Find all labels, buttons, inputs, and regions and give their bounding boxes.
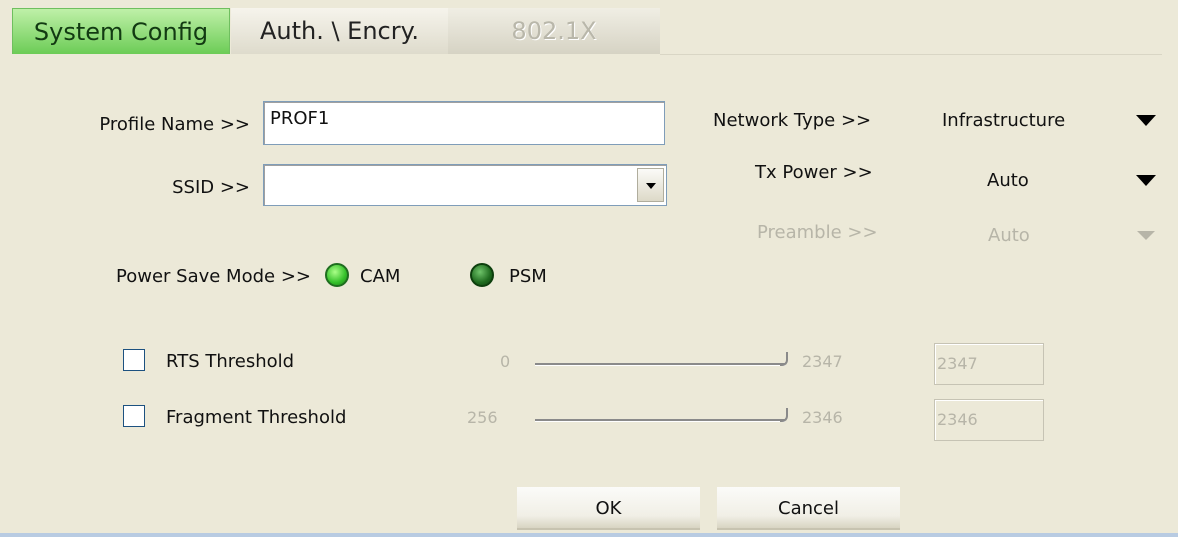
rts-threshold-label[interactable]: RTS Threshold [166,351,294,372]
window-bottom-border [0,533,1178,537]
cam-radio[interactable] [325,263,349,287]
profile-name-input[interactable]: PROF1 [263,101,665,145]
tx-power-dropdown-icon[interactable] [1136,175,1156,186]
network-type-value[interactable]: Infrastructure [942,110,1065,131]
tx-power-value[interactable]: Auto [987,170,1029,191]
rts-threshold-checkbox[interactable] [123,349,145,371]
ssid-label: SSID >> [172,177,250,198]
power-save-mode-label: Power Save Mode >> [116,266,311,287]
fragment-min-label: 256 [467,408,498,427]
ssid-combobox[interactable] [263,164,667,206]
tab-bar-filler [660,8,1162,55]
psm-radio[interactable] [470,263,494,287]
fragment-slider-thumb [780,408,788,422]
tx-power-label: Tx Power >> [755,162,873,183]
ok-button[interactable]: OK [517,487,700,530]
fragment-threshold-label[interactable]: Fragment Threshold [166,407,346,428]
tab-bar: System Config Auth. \ Encry. 802.1X [12,8,1162,55]
rts-min-label: 0 [500,352,511,371]
rts-value-box: 2347 [934,343,1044,385]
network-type-label: Network Type >> [713,110,872,131]
dialog-frame: System Config Auth. \ Encry. 802.1X Prof… [0,0,1178,533]
preamble-label: Preamble >> [757,222,878,243]
ssid-dropdown-button[interactable] [637,168,664,202]
rts-slider-thumb [780,352,788,366]
tab-auth-encry[interactable]: Auth. \ Encry. [231,8,448,54]
cancel-button[interactable]: Cancel [717,487,900,530]
network-type-dropdown-icon[interactable] [1136,115,1156,126]
fragment-threshold-checkbox[interactable] [123,405,145,427]
fragment-slider-track [535,419,785,422]
preamble-dropdown-icon [1137,231,1155,240]
preamble-value: Auto [988,225,1030,246]
tab-8021x: 802.1X [448,8,660,54]
fragment-value-box: 2346 [934,399,1044,441]
psm-label[interactable]: PSM [509,266,547,287]
rts-max-label: 2347 [802,352,843,371]
rts-slider-track [535,363,785,366]
fragment-max-label: 2346 [802,408,843,427]
profile-name-label: Profile Name >> [99,114,250,135]
tab-system-config[interactable]: System Config [12,8,230,54]
chevron-down-icon [646,183,656,189]
cam-label[interactable]: CAM [360,266,400,287]
